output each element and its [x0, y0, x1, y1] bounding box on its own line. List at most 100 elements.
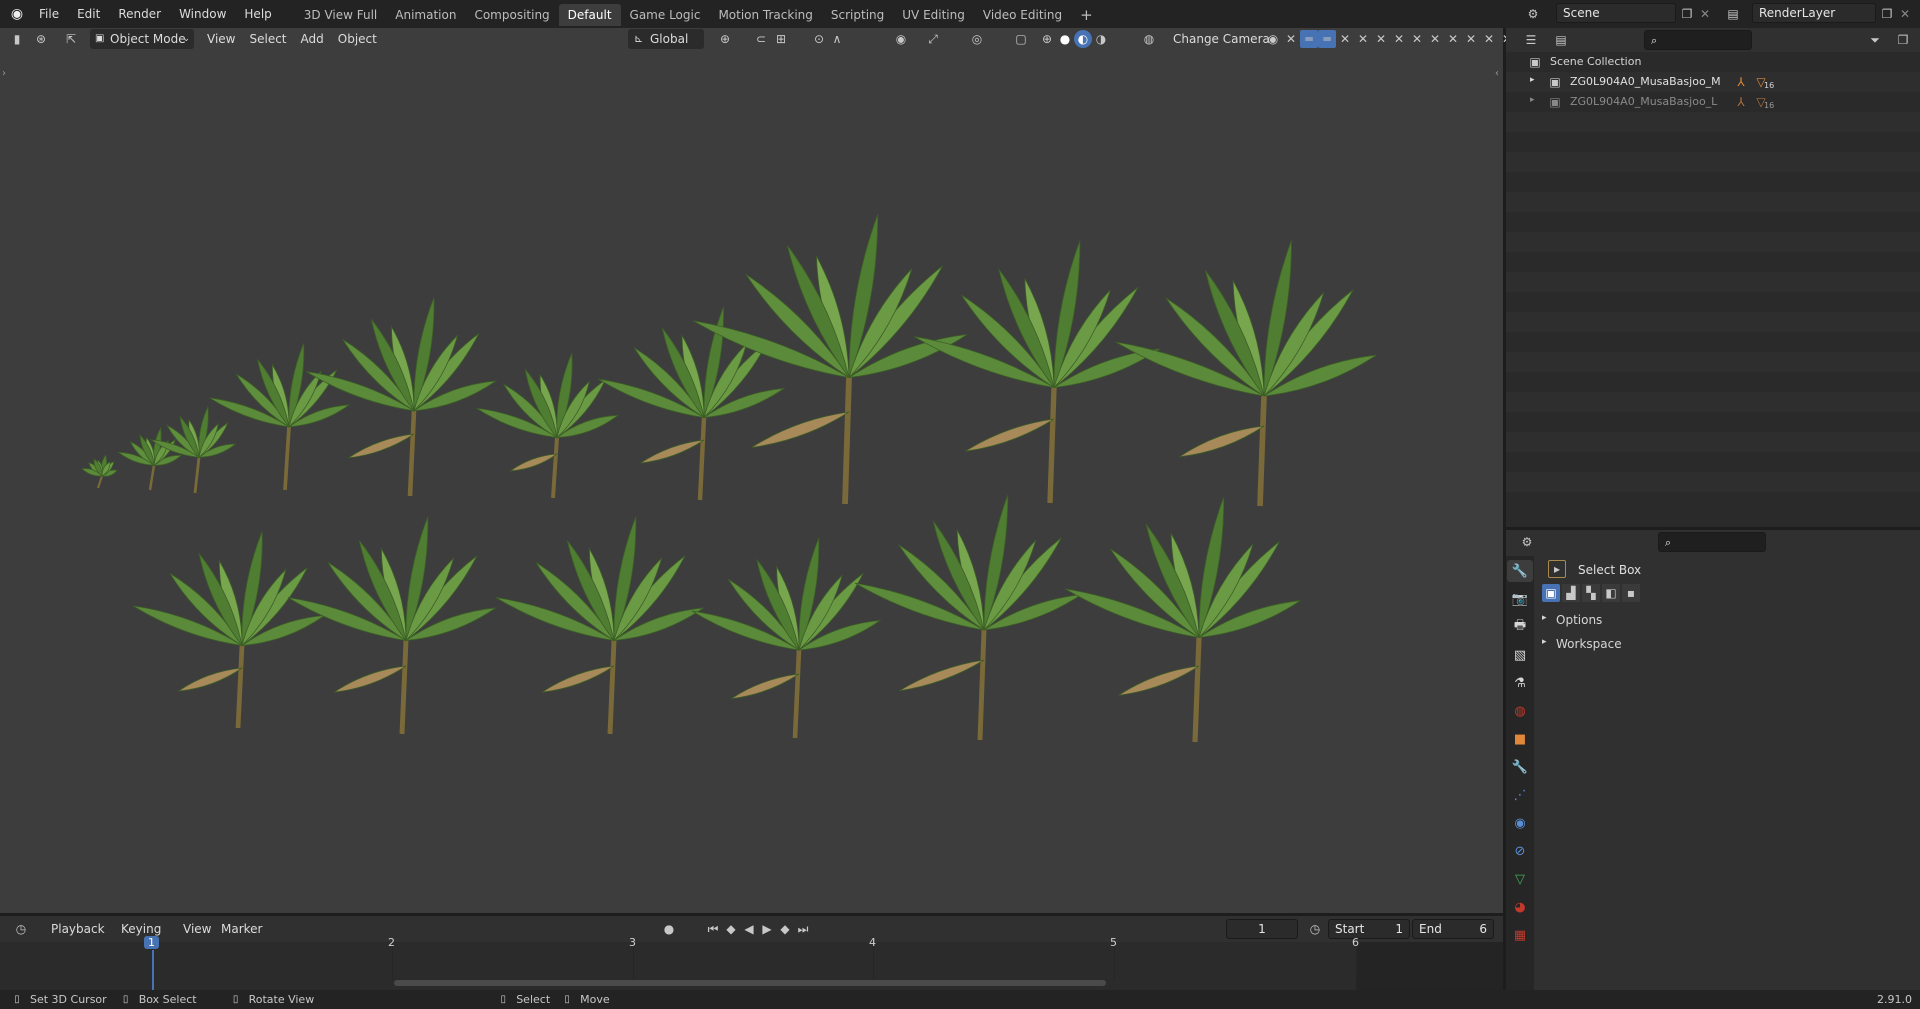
outliner-row[interactable]: ▸ ▣ ZG0L904A0_MusaBasjoo_M ⅄ ▽ 16: [1506, 72, 1920, 92]
timeline-tick: [392, 944, 393, 980]
banana-leaf: [899, 659, 985, 692]
editor-type-icon[interactable]: ⚙: [1518, 533, 1536, 551]
prev-keyframe-icon[interactable]: ◆: [722, 920, 740, 938]
modifier-tab-icon[interactable]: 🔧: [1507, 756, 1533, 778]
tab-motion-tracking[interactable]: Motion Tracking: [709, 4, 821, 26]
expand-arrow-icon[interactable]: ▸: [1530, 95, 1535, 105]
mode-invert-icon[interactable]: ◧: [1602, 584, 1620, 602]
constraints-tab-icon[interactable]: ⊘: [1507, 840, 1533, 862]
tab-game-logic[interactable]: Game Logic: [621, 4, 710, 26]
mode-extend-icon[interactable]: ▟: [1562, 584, 1580, 602]
start-label: Start: [1335, 922, 1365, 936]
outliner-search-input[interactable]: ⌕: [1644, 30, 1752, 50]
properties-search-input[interactable]: ⌕: [1658, 532, 1766, 552]
data-tab-icon[interactable]: ▽: [1507, 868, 1533, 890]
timeline-scrollbar[interactable]: [394, 980, 1106, 986]
render-tab-icon[interactable]: 📷: [1507, 588, 1533, 610]
material-tab-icon[interactable]: ◕: [1507, 896, 1533, 918]
collection-icon: ▣: [1529, 55, 1541, 69]
menu-help[interactable]: Help: [235, 0, 280, 28]
banana-leaf: [348, 433, 415, 459]
delete-scene-icon[interactable]: ✕: [1696, 5, 1714, 23]
plant-stem: [792, 649, 802, 739]
mode-set-icon[interactable]: ▣: [1542, 584, 1560, 602]
banana-plant: [81, 453, 118, 489]
status-select: Select: [516, 993, 551, 1006]
tab-default[interactable]: Default: [558, 3, 621, 26]
tool-tab-icon[interactable]: 🔧: [1507, 560, 1533, 582]
record-icon[interactable]: ●: [660, 920, 678, 938]
mode-subtract-icon[interactable]: ▚: [1582, 584, 1600, 602]
texture-tab-icon[interactable]: ▦: [1507, 924, 1533, 946]
tab-3d-view-full[interactable]: 3D View Full: [295, 4, 387, 26]
new-scene-icon[interactable]: ❐: [1678, 5, 1696, 23]
tab-video-editing[interactable]: Video Editing: [974, 4, 1071, 26]
scene-tab-icon[interactable]: ⚗: [1507, 672, 1533, 694]
banana-leaf: [640, 439, 705, 464]
output-tab-icon[interactable]: 🖶: [1507, 616, 1533, 638]
menu-edit[interactable]: Edit: [68, 0, 109, 28]
status-rotate-view: Rotate View: [248, 993, 315, 1006]
playhead[interactable]: [152, 950, 154, 990]
timeline-tick: [1356, 944, 1357, 980]
banana-leaf: [964, 418, 1055, 452]
filter-icon[interactable]: ⏷: [1866, 31, 1884, 49]
world-tab-icon[interactable]: ◍: [1507, 700, 1533, 722]
banana-plant: [209, 343, 351, 491]
view-layer-tab-icon[interactable]: ▧: [1507, 644, 1533, 666]
banana-leaf: [1179, 425, 1265, 458]
workspace-label: Workspace: [1556, 637, 1622, 651]
plant-stem: [1257, 395, 1267, 507]
armature-icon[interactable]: ⅄: [1732, 73, 1750, 91]
menu-window[interactable]: Window: [170, 0, 235, 28]
scene-name-field[interactable]: Scene: [1556, 3, 1676, 23]
jump-end-icon[interactable]: ⏭: [794, 920, 812, 938]
3d-viewport[interactable]: ▮ ⊛ ⇱ ▣ Object Mode ⌄ View Select Add Ob…: [0, 28, 1512, 913]
particles-tab-icon[interactable]: ⋰: [1507, 784, 1533, 806]
tab-scripting[interactable]: Scripting: [822, 4, 893, 26]
status-bar: ▯ Set 3D Cursor ▯ Box Select ▯ Rotate Vi…: [0, 990, 1920, 1009]
physics-tab-icon[interactable]: ◉: [1507, 812, 1533, 834]
play-icon[interactable]: ▶: [758, 920, 776, 938]
timeline-tick-label: 2: [388, 936, 395, 949]
mode-intersect-icon[interactable]: ▪: [1622, 584, 1640, 602]
start-frame-field[interactable]: Start 1: [1328, 919, 1410, 939]
timer-icon[interactable]: ◷: [1306, 920, 1324, 938]
plant-stem: [697, 417, 707, 501]
workspace-section[interactable]: ▸ Workspace: [1536, 634, 1920, 654]
editor-type-icon[interactable]: ◷: [12, 920, 30, 938]
select-box-tool-icon[interactable]: ▸: [1548, 560, 1566, 578]
scene-icon[interactable]: ⚙: [1524, 5, 1542, 23]
new-layer-icon[interactable]: ❐: [1878, 5, 1896, 23]
render-layer-icon[interactable]: ▤: [1724, 5, 1742, 23]
object-tab-icon[interactable]: ■: [1507, 728, 1533, 750]
next-keyframe-icon[interactable]: ◆: [776, 920, 794, 938]
armature-icon[interactable]: ⅄: [1732, 93, 1750, 111]
tab-compositing[interactable]: Compositing: [465, 4, 558, 26]
banana-plant: [913, 240, 1161, 504]
new-collection-icon[interactable]: ❐: [1894, 31, 1912, 49]
tab-uv-editing[interactable]: UV Editing: [893, 4, 974, 26]
tab-animation[interactable]: Animation: [386, 4, 465, 26]
editor-type-icon[interactable]: ☰: [1522, 31, 1540, 49]
play-reverse-icon[interactable]: ◀: [740, 920, 758, 938]
current-frame-field[interactable]: 1: [1226, 919, 1298, 939]
jump-start-icon[interactable]: ⏮: [704, 920, 722, 938]
render-layer-field[interactable]: RenderLayer: [1752, 3, 1876, 23]
menu-file[interactable]: File: [30, 0, 68, 28]
menu-render[interactable]: Render: [109, 0, 170, 28]
add-workspace-button[interactable]: +: [1071, 4, 1102, 26]
keying-menu[interactable]: Keying: [114, 919, 168, 939]
outliner-row[interactable]: ▸ ▣ ZG0L904A0_MusaBasjoo_L ⅄ ▽ 16: [1506, 92, 1920, 112]
view-menu[interactable]: View: [176, 919, 218, 939]
end-frame-field[interactable]: End 6: [1412, 919, 1494, 939]
timeline-tick: [1114, 944, 1115, 980]
delete-layer-icon[interactable]: ✕: [1896, 5, 1914, 23]
marker-menu[interactable]: Marker: [214, 919, 269, 939]
blender-logo-icon[interactable]: ◉: [8, 5, 26, 23]
expand-arrow-icon[interactable]: ▸: [1530, 75, 1535, 85]
playback-menu[interactable]: Playback: [44, 919, 112, 939]
outliner-row-scene-collection[interactable]: ▣ Scene Collection: [1506, 52, 1920, 72]
display-mode-icon[interactable]: ▤: [1552, 31, 1570, 49]
options-section[interactable]: ▸ Options: [1536, 610, 1920, 630]
